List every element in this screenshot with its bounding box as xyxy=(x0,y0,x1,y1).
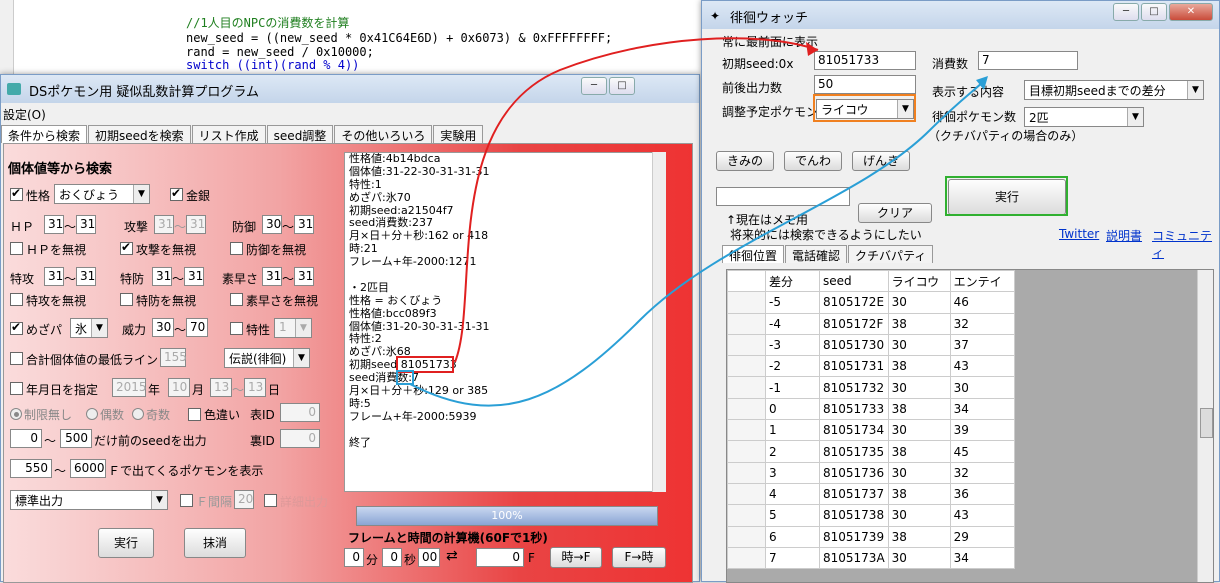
red-arrowhead xyxy=(806,42,818,56)
annotation-arrows xyxy=(409,37,988,407)
red-arrow xyxy=(454,37,819,363)
